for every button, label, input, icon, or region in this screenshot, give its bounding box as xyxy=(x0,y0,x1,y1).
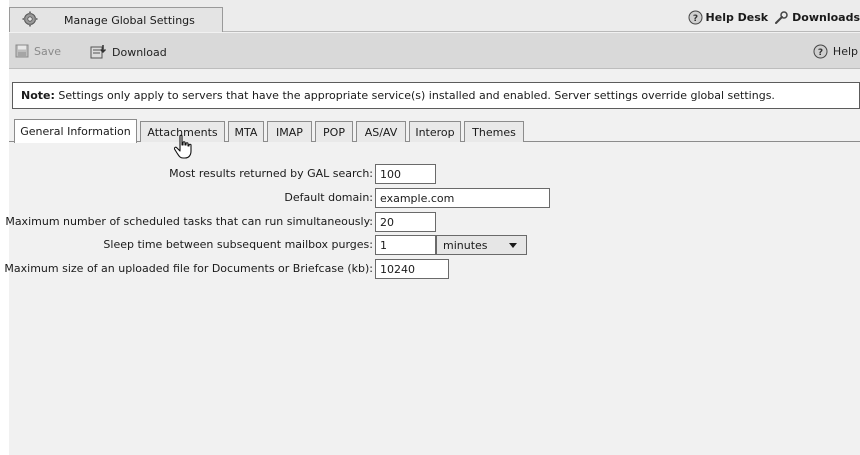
tab-as-av[interactable]: AS/AV xyxy=(356,121,406,142)
form-row-default-domain: Default domain: xyxy=(9,188,860,208)
default-domain-input[interactable] xyxy=(375,188,550,208)
tab-label: IMAP xyxy=(276,125,303,139)
help-button[interactable]: ? Help xyxy=(813,44,858,59)
tab-label: Interop xyxy=(415,125,455,139)
tab-title: Manage Global Settings xyxy=(64,14,195,27)
tab-label: General Information xyxy=(20,125,131,138)
settings-tab-bar: General Information Attachments MTA IMAP… xyxy=(9,118,860,143)
save-disk-icon xyxy=(15,44,29,58)
settings-gear-icon xyxy=(22,11,38,27)
help-icon: ? xyxy=(688,10,703,24)
save-button[interactable]: Save xyxy=(15,44,61,58)
download-icon xyxy=(90,45,107,59)
download-button[interactable]: Download xyxy=(90,44,167,60)
title-bar: Manage Global Settings ? Help Desk Downl… xyxy=(9,0,860,32)
gal-results-label: Most results returned by GAL search: xyxy=(169,167,373,180)
note-prefix: Note: xyxy=(21,89,55,102)
note-text: Settings only apply to servers that have… xyxy=(54,89,775,102)
tab-pop[interactable]: POP xyxy=(315,121,353,142)
tab-general-information[interactable]: General Information xyxy=(14,119,137,143)
help-label: Help xyxy=(832,45,858,58)
downloads-link[interactable]: Downloads xyxy=(774,10,860,25)
form-row-gal-results: Most results returned by GAL search: xyxy=(9,164,860,184)
svg-text:?: ? xyxy=(692,14,697,24)
chevron-down-icon xyxy=(509,243,517,248)
form-row-sleep-time: Sleep time between subsequent mailbox pu… xyxy=(9,235,860,255)
tab-label: MTA xyxy=(234,125,258,139)
tab-themes[interactable]: Themes xyxy=(464,121,524,142)
tab-label: Themes xyxy=(472,125,516,139)
tab-mta[interactable]: MTA xyxy=(228,121,264,142)
max-upload-input[interactable] xyxy=(375,259,449,279)
form-row-max-upload: Maximum size of an uploaded file for Doc… xyxy=(4,259,860,279)
gal-results-input[interactable] xyxy=(375,164,436,184)
default-domain-label: Default domain: xyxy=(284,191,373,204)
max-tasks-label: Maximum number of scheduled tasks that c… xyxy=(5,215,373,228)
settings-note: Note: Settings only apply to servers tha… xyxy=(12,82,860,109)
hand-pointer-cursor-icon xyxy=(173,134,192,159)
form-row-max-tasks: Maximum number of scheduled tasks that c… xyxy=(5,212,860,232)
wrench-icon xyxy=(775,10,788,24)
max-upload-label: Maximum size of an uploaded file for Doc… xyxy=(4,262,373,275)
sleep-time-input[interactable] xyxy=(375,235,436,255)
downloads-label: Downloads xyxy=(792,10,860,24)
help-desk-link[interactable]: ? Help Desk xyxy=(688,10,769,25)
download-label: Download xyxy=(112,45,167,59)
tab-interop[interactable]: Interop xyxy=(409,121,461,142)
top-links: ? Help Desk Downloads xyxy=(682,9,860,25)
tab-imap[interactable]: IMAP xyxy=(267,121,312,142)
tab-label: AS/AV xyxy=(364,125,398,139)
sleep-time-label: Sleep time between subsequent mailbox pu… xyxy=(103,238,373,251)
admin-console: Manage Global Settings ? Help Desk Downl… xyxy=(4,0,860,455)
max-tasks-input[interactable] xyxy=(375,212,436,232)
manage-global-settings-tab[interactable]: Manage Global Settings xyxy=(9,7,223,32)
help-desk-label: Help Desk xyxy=(705,10,769,24)
toolbar: Save Download ? Help xyxy=(9,33,860,69)
sleep-time-unit-select[interactable]: minutes xyxy=(436,235,527,255)
tab-label: POP xyxy=(323,125,345,139)
save-label: Save xyxy=(34,44,62,58)
help-icon: ? xyxy=(813,44,828,59)
sleep-time-unit-value: minutes xyxy=(443,238,488,252)
svg-text:?: ? xyxy=(818,48,823,58)
